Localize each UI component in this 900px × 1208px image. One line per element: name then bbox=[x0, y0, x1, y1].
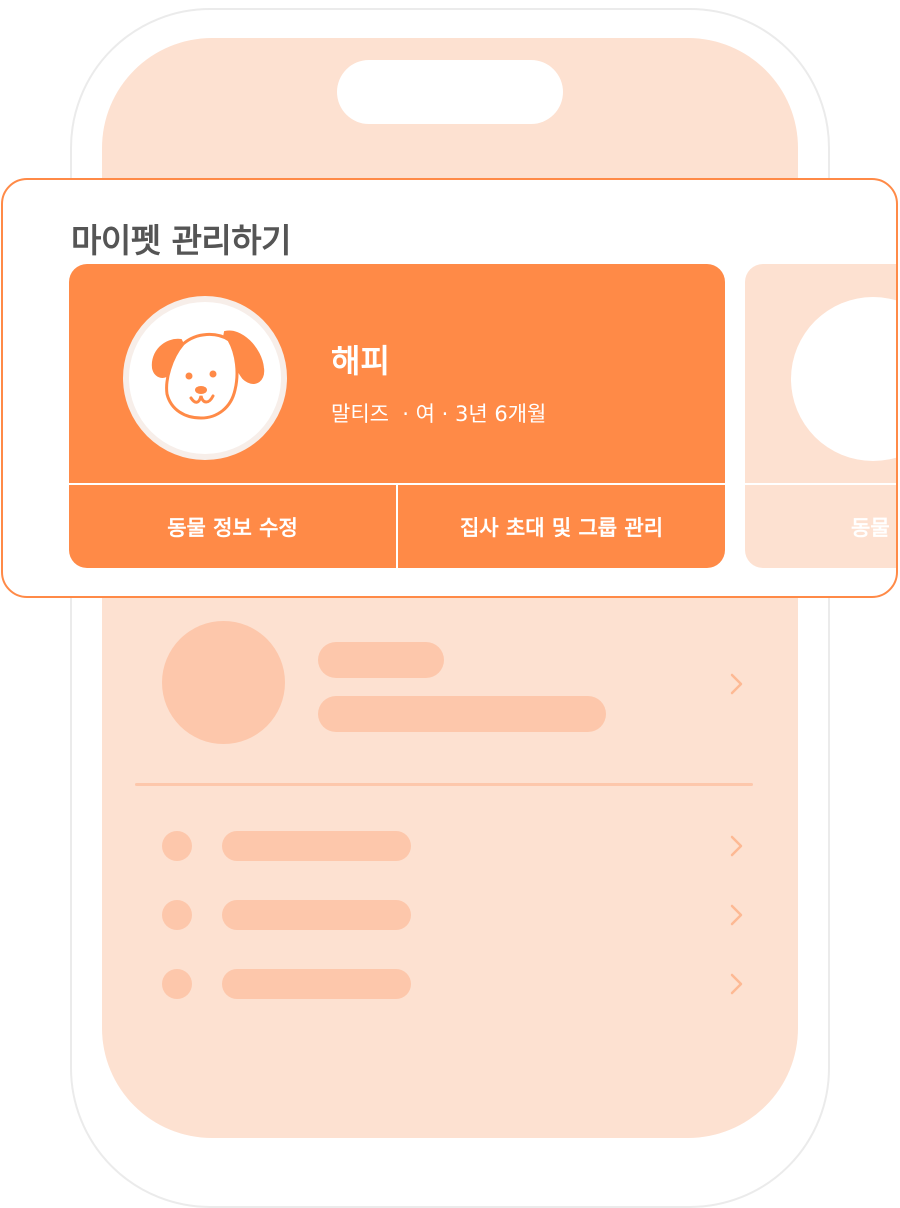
next-edit-pet-info-button[interactable]: 동물 bbox=[851, 512, 890, 542]
chevron-right-icon[interactable] bbox=[728, 972, 746, 996]
chevron-right-icon[interactable] bbox=[728, 834, 746, 858]
skeleton-title-bar bbox=[318, 642, 444, 678]
my-pet-panel: 마이펫 관리하기 해피 말티즈 · 여 · 3년 6개월 동물 정보 수정 집사… bbox=[1, 178, 898, 598]
skeleton-divider bbox=[135, 783, 753, 786]
chevron-right-icon[interactable] bbox=[728, 672, 746, 696]
next-pet-card[interactable]: 동물 bbox=[745, 264, 896, 568]
skeleton-dot bbox=[162, 900, 192, 930]
skeleton-dot bbox=[162, 831, 192, 861]
pet-actions: 동물 정보 수정 집사 초대 및 그룹 관리 bbox=[69, 483, 725, 568]
dog-face-icon bbox=[151, 330, 265, 420]
edit-pet-info-button[interactable]: 동물 정보 수정 bbox=[69, 485, 396, 568]
skeleton-list-line bbox=[222, 969, 411, 999]
invite-and-group-button[interactable]: 집사 초대 및 그룹 관리 bbox=[396, 485, 725, 568]
next-pet-actions: 동물 bbox=[745, 483, 896, 568]
pet-name: 해피 bbox=[331, 342, 390, 380]
skeleton-avatar bbox=[162, 621, 285, 744]
phone-notch bbox=[337, 60, 563, 124]
pet-avatar bbox=[123, 296, 287, 460]
pet-card[interactable]: 해피 말티즈 · 여 · 3년 6개월 동물 정보 수정 집사 초대 및 그룹 … bbox=[69, 264, 725, 568]
next-pet-avatar bbox=[791, 297, 896, 461]
skeleton-subtitle-bar bbox=[318, 696, 606, 732]
pet-info: 말티즈 · 여 · 3년 6개월 bbox=[331, 402, 547, 426]
panel-title: 마이펫 관리하기 bbox=[71, 221, 292, 260]
chevron-right-icon[interactable] bbox=[728, 903, 746, 927]
skeleton-list-line bbox=[222, 900, 411, 930]
skeleton-dot bbox=[162, 969, 192, 999]
skeleton-list-line bbox=[222, 831, 411, 861]
